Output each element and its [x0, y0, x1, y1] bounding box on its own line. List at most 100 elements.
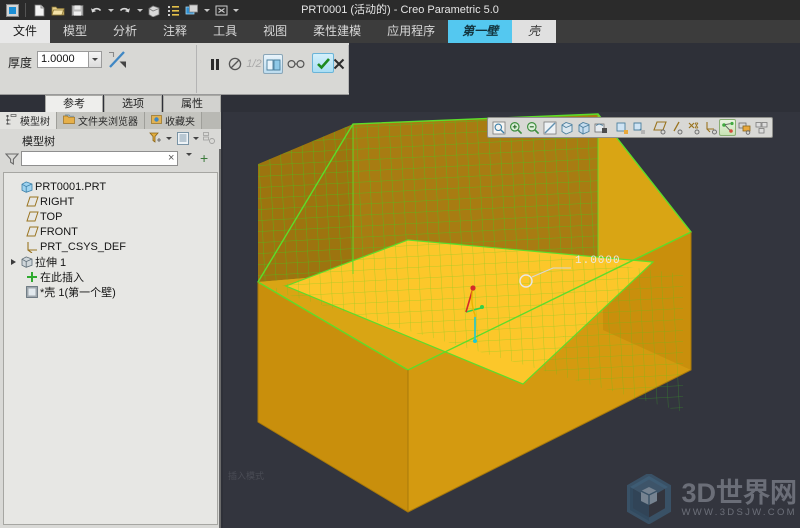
tab-tools[interactable]: 工具: [200, 20, 250, 43]
pause-icon[interactable]: [206, 55, 224, 73]
save-icon[interactable]: [68, 2, 86, 19]
display-style-icon[interactable]: [558, 119, 575, 136]
repaint-icon[interactable]: [490, 119, 507, 136]
tree-columns-icon[interactable]: [175, 131, 190, 146]
filter-icon[interactable]: [4, 152, 20, 166]
tree-item-part[interactable]: PRT0001.PRT: [4, 179, 217, 194]
nav-tab-model-tree[interactable]: 模型树: [0, 112, 57, 129]
tab-file[interactable]: 文件: [0, 20, 51, 43]
tree-item-top-plane[interactable]: TOP: [4, 209, 217, 224]
tree-item-shell-1[interactable]: *壳 1(第一个壁): [4, 284, 217, 299]
dashboard-separator-1: [196, 45, 197, 93]
folder-browser-icon: [63, 114, 75, 128]
nav-tab-folder-browser[interactable]: 文件夹浏览器: [57, 112, 145, 129]
view-manager-icon[interactable]: [592, 119, 609, 136]
no-entry-icon[interactable]: [226, 55, 244, 73]
axis-display-icon[interactable]: [668, 119, 685, 136]
search-input[interactable]: [21, 151, 178, 166]
undo-icon[interactable]: [87, 2, 105, 19]
plane-display-icon[interactable]: [651, 119, 668, 136]
navigator-header: 模型树: [0, 129, 221, 149]
spin-center-icon[interactable]: [719, 119, 736, 136]
glasses-preview-icon[interactable]: [287, 55, 305, 73]
tree-item-insert-here[interactable]: 在此插入: [4, 269, 217, 284]
nav-tab-favorites[interactable]: 收藏夹: [145, 112, 202, 129]
tab-first-wall[interactable]: 第一壁: [448, 20, 513, 43]
tree-item-extrude-1[interactable]: 拉伸 1: [4, 254, 217, 269]
watermark-url: WWW.3DSJW.COM: [681, 507, 797, 518]
datum-display-icon[interactable]: [613, 119, 630, 136]
dashboard-subtabs: 参考 选项 属性: [45, 95, 222, 112]
preview-pane-icon[interactable]: [263, 54, 283, 74]
saved-orientation-icon[interactable]: [575, 119, 592, 136]
tree-columns-dropdown[interactable]: [192, 131, 200, 146]
nav-tab-folder-browser-label: 文件夹浏览器: [78, 117, 138, 128]
tab-applications[interactable]: 应用程序: [374, 20, 448, 43]
thickness-input[interactable]: 1.0000: [37, 51, 89, 68]
refit-icon[interactable]: [541, 119, 558, 136]
shell-icon: [24, 284, 40, 299]
tree-item-label: *壳 1(第一个壁): [40, 286, 116, 299]
window-dropdown[interactable]: [202, 2, 211, 19]
dimension-value[interactable]: 1.0000: [575, 255, 621, 267]
tree-item-label: 拉伸 1: [35, 256, 67, 269]
tab-analysis[interactable]: 分析: [100, 20, 150, 43]
cancel-x-icon[interactable]: [330, 55, 348, 73]
chevron-down-icon: [92, 58, 98, 61]
subtab-properties[interactable]: 属性: [163, 95, 221, 112]
appearance-gallery-icon[interactable]: [753, 119, 770, 136]
site-watermark: 3D世界网 WWW.3DSJW.COM: [624, 474, 797, 524]
tree-item-right-plane[interactable]: RIGHT: [4, 194, 217, 209]
add-filter-icon[interactable]: +: [200, 151, 208, 165]
navigator-header-icons: [148, 131, 217, 146]
redo-icon[interactable]: [116, 2, 134, 19]
clear-filter-icon[interactable]: ×: [168, 152, 174, 164]
status-message: 插入模式: [228, 471, 265, 481]
datum-plane-icon: [24, 194, 40, 209]
tab-model[interactable]: 模型: [50, 20, 100, 43]
tab-flexible-modeling[interactable]: 柔性建模: [300, 20, 374, 43]
tree-item-front-plane[interactable]: FRONT: [4, 224, 217, 239]
zoom-in-icon[interactable]: [507, 119, 524, 136]
app-logo-icon[interactable]: [3, 2, 21, 19]
creo-application-window: PRT0001 (活动的) - Creo Parametric 5.0 文件 模…: [0, 0, 800, 528]
open-icon[interactable]: [49, 2, 67, 19]
hex-cube-logo-icon: [627, 474, 672, 524]
new-icon[interactable]: [30, 2, 48, 19]
qat-customize-dropdown[interactable]: [231, 2, 240, 19]
regenerate-icon[interactable]: [145, 2, 163, 19]
annotation-display-icon[interactable]: [630, 119, 647, 136]
favorites-icon: [151, 114, 162, 128]
tree-filters-icon[interactable]: [148, 131, 163, 146]
point-display-icon[interactable]: [685, 119, 702, 136]
undo-dropdown[interactable]: [106, 2, 115, 19]
zoom-out-icon[interactable]: [524, 119, 541, 136]
chevron-down-icon: [186, 153, 192, 173]
tree-expander[interactable]: [8, 254, 19, 269]
navigator-filter-row: × +: [0, 149, 221, 173]
subtab-references[interactable]: 参考: [45, 95, 103, 112]
tree-item-coord-system[interactable]: PRT_CSYS_DEF: [4, 239, 217, 254]
tab-view[interactable]: 视图: [250, 20, 300, 43]
flip-direction-icon[interactable]: [107, 49, 129, 70]
tab-annotate[interactable]: 注释: [150, 20, 200, 43]
tab-shell[interactable]: 壳: [512, 20, 557, 43]
window-icon[interactable]: [183, 2, 201, 19]
tree-item-label: PRT_CSYS_DEF: [40, 240, 126, 253]
redo-dropdown[interactable]: [135, 2, 144, 19]
tree-item-label: RIGHT: [40, 195, 75, 208]
datum-plane-icon: [24, 209, 40, 224]
thickness-dropdown[interactable]: [89, 51, 102, 68]
close-icon[interactable]: [212, 2, 230, 19]
chevron-down-icon: [107, 8, 114, 12]
tree-filters-dropdown[interactable]: [165, 131, 173, 146]
tree-settings-icon[interactable]: [202, 131, 217, 146]
quick-preview-icon[interactable]: 1/2: [245, 55, 263, 73]
layer-display-icon[interactable]: [736, 119, 753, 136]
csys-display-icon[interactable]: [702, 119, 719, 136]
coord-system-icon: [24, 239, 40, 254]
reorder-icon[interactable]: [164, 2, 182, 19]
subtab-options[interactable]: 选项: [104, 95, 162, 112]
extrude-icon: [19, 254, 35, 269]
graphics-viewport[interactable]: 1.0000 插入模式 3D世界网 WWW.3DSJW.COM: [223, 112, 800, 528]
